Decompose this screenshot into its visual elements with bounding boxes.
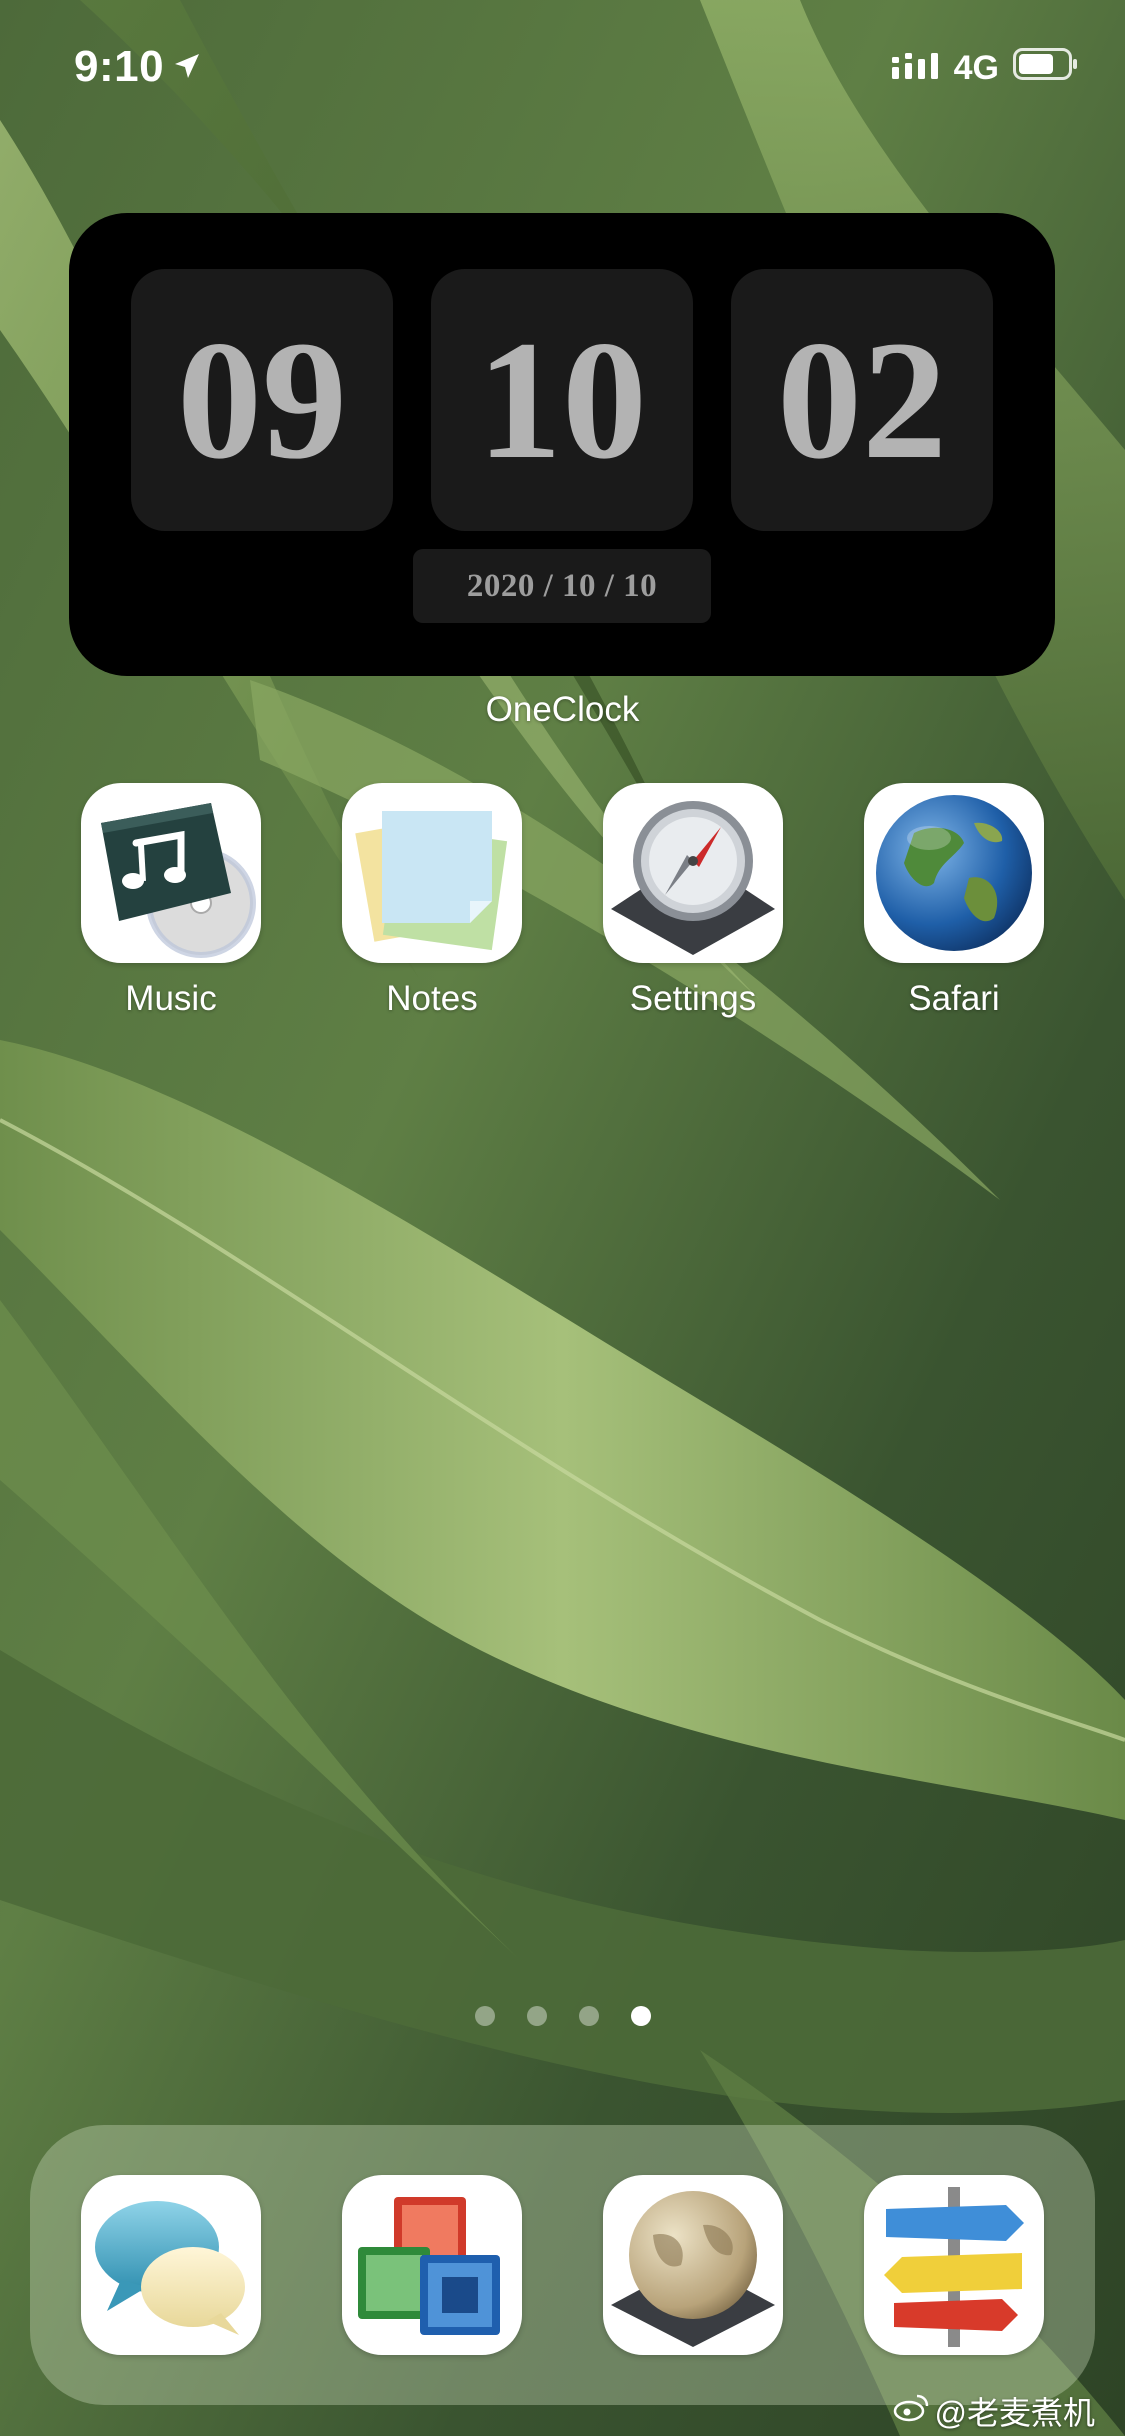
app-notes[interactable]: Notes: [342, 783, 524, 1019]
status-time: 9:10: [74, 42, 202, 92]
dock-app-windows[interactable]: [342, 2175, 522, 2355]
dock: [30, 2125, 1095, 2405]
clock-hours: 09: [131, 269, 393, 531]
globe-icon: [864, 783, 1044, 963]
app-settings[interactable]: Settings: [603, 783, 785, 1019]
signpost-icon: [884, 2187, 1024, 2347]
watermark-text: @老麦煮机: [934, 2395, 1096, 2431]
page-dot[interactable]: [578, 2006, 599, 2026]
music-icon: [81, 783, 261, 963]
status-right: 4G: [891, 48, 1079, 89]
cellular-signal-icon: [891, 49, 940, 88]
app-safari[interactable]: Safari: [864, 783, 1046, 1019]
watermark: @老麦煮机: [893, 2388, 1096, 2434]
battery-icon: [1013, 48, 1079, 89]
clock-seconds: 02: [731, 269, 993, 531]
status-time-text: 9:10: [74, 42, 165, 91]
dock-app-globe[interactable]: [603, 2175, 783, 2355]
antique-globe-icon: [611, 2191, 775, 2347]
page-dot[interactable]: [526, 2006, 547, 2026]
app-label: Notes: [386, 979, 478, 1018]
page-indicator[interactable]: [0, 2006, 1125, 2026]
app-label: Music: [125, 979, 217, 1018]
compass-icon: [603, 783, 783, 963]
chat-bubbles-icon: [95, 2201, 245, 2335]
status-bar: 9:10 4G: [0, 0, 1125, 140]
clock-date: 2020 / 10 / 10: [413, 549, 711, 623]
widget-label: OneClock: [485, 690, 640, 729]
page-dot-active[interactable]: [630, 2006, 651, 2026]
app-label: Safari: [908, 979, 1000, 1018]
notes-icon: [342, 783, 522, 963]
clock-widget[interactable]: 09 10 02 2020 / 10 / 10: [69, 213, 1055, 676]
app-label: Settings: [629, 979, 757, 1018]
dock-app-messages[interactable]: [81, 2175, 261, 2355]
overlapping-windows-icon: [358, 2197, 500, 2335]
weibo-icon: [893, 2392, 929, 2430]
page-dot[interactable]: [474, 2006, 495, 2026]
app-music[interactable]: Music: [81, 783, 263, 1019]
clock-minutes: 10: [431, 269, 693, 531]
location-arrow-icon: [172, 42, 202, 92]
network-type: 4G: [953, 49, 999, 87]
dock-app-signpost[interactable]: [864, 2175, 1044, 2355]
